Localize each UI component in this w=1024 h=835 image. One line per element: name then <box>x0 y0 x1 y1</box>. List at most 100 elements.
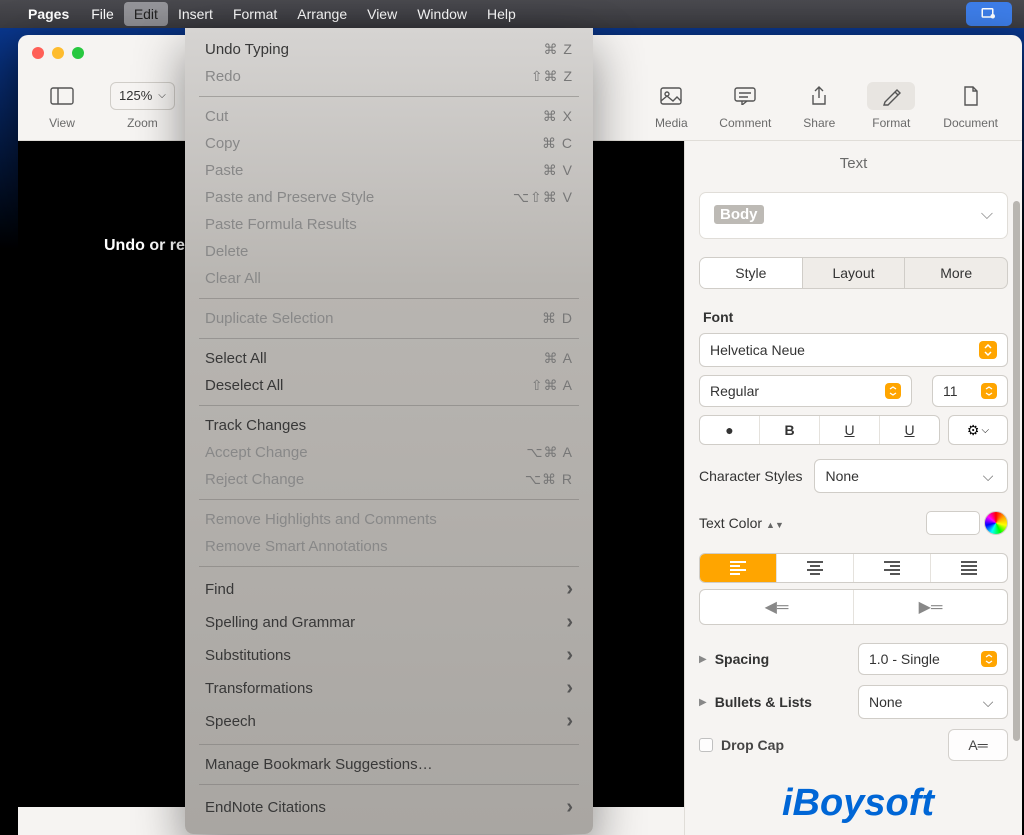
menubar: Pages File Edit Insert Format Arrange Vi… <box>0 0 1024 28</box>
chevron-right-icon: › <box>566 611 573 634</box>
menu-arrange[interactable]: Arrange <box>287 2 357 26</box>
inspector-tabs: Style Layout More <box>699 257 1008 289</box>
chevron-down-icon: ⌵ <box>979 467 997 485</box>
inspector-title: Text <box>685 141 1022 184</box>
chevron-right-icon: › <box>566 796 573 819</box>
dropcap-section[interactable]: Drop Cap A═ <box>699 729 1008 761</box>
chevron-right-icon: › <box>566 677 573 700</box>
edit-menu-item[interactable]: Undo Typing⌘ Z <box>185 36 593 63</box>
checkbox[interactable] <box>699 738 713 752</box>
edit-menu-item: Remove Highlights and Comments <box>185 506 593 533</box>
menu-insert[interactable]: Insert <box>168 2 223 26</box>
spacing-section[interactable]: ▶ Spacing 1.0 - Single <box>699 643 1008 675</box>
edit-menu-item[interactable]: Substitutions› <box>185 639 593 672</box>
toolbar-media[interactable]: Media <box>639 82 703 130</box>
align-justify-button[interactable] <box>931 554 1007 582</box>
disclosure-triangle-icon: ▶ <box>699 654 707 665</box>
font-weight-select[interactable]: Regular <box>699 375 912 407</box>
comment-icon <box>725 82 765 110</box>
edit-menu-item[interactable]: EndNote Citations› <box>185 791 593 824</box>
align-center-button[interactable] <box>777 554 854 582</box>
char-styles-label: Character Styles <box>699 468 802 484</box>
toolbar-format[interactable]: Format <box>855 82 927 130</box>
menu-view[interactable]: View <box>357 2 407 26</box>
format-icon <box>867 82 915 110</box>
toolbar-document[interactable]: Document <box>931 82 1010 130</box>
text-color-label: Text Color▲▼ <box>699 515 784 531</box>
edit-menu-item[interactable]: Find› <box>185 573 593 606</box>
menu-file[interactable]: File <box>81 2 124 26</box>
bullets-section[interactable]: ▶ Bullets & Lists None ⌵ <box>699 685 1008 719</box>
text-color-dot[interactable]: ● <box>700 416 760 444</box>
edit-menu-item[interactable]: Deselect All⇧⌘ A <box>185 372 593 399</box>
edit-menu-item: Cut⌘ X <box>185 103 593 130</box>
align-right-button[interactable] <box>854 554 931 582</box>
edit-menu-item: Delete <box>185 238 593 265</box>
edit-menu-item[interactable]: Speech› <box>185 705 593 738</box>
edit-menu-item[interactable]: Select All⌘ A <box>185 345 593 372</box>
menu-help[interactable]: Help <box>477 2 526 26</box>
chevron-right-icon: › <box>566 644 573 667</box>
edit-menu-item: Clear All <box>185 265 593 292</box>
font-size-field[interactable]: 11 <box>932 375 1008 407</box>
edit-menu-item: Paste and Preserve Style⌥⇧⌘ V <box>185 184 593 211</box>
indent-decrease-button[interactable]: ◀═ <box>700 590 854 624</box>
edit-menu-item: Redo⇧⌘ Z <box>185 63 593 90</box>
app-name[interactable]: Pages <box>28 6 69 22</box>
indent-increase-button[interactable]: ▶═ <box>854 590 1007 624</box>
underline2-button[interactable]: U <box>880 416 939 444</box>
disclosure-triangle-icon: ▶ <box>699 697 707 708</box>
menu-window[interactable]: Window <box>407 2 477 26</box>
toolbar-view[interactable]: View <box>30 82 94 130</box>
paragraph-style-select[interactable]: Body ⌵ <box>699 192 1008 239</box>
edit-menu-item: Duplicate Selection⌘ D <box>185 305 593 332</box>
menu-format[interactable]: Format <box>223 2 287 26</box>
stepper-icon <box>885 383 901 399</box>
edit-menu-item[interactable]: Manage Bookmark Suggestions… <box>185 751 593 778</box>
edit-menu-item: Reject Change⌥⌘ R <box>185 466 593 493</box>
document-icon <box>951 82 991 110</box>
underline-button[interactable]: U <box>820 416 880 444</box>
stepper-icon <box>979 341 997 359</box>
screen-share-icon[interactable] <box>966 2 1012 26</box>
stepper-icon <box>981 383 997 399</box>
bold-button[interactable]: B <box>760 416 820 444</box>
edit-menu-item: Remove Smart Annotations <box>185 533 593 560</box>
chevron-down-icon: ⌵ <box>979 693 997 711</box>
scrollbar[interactable] <box>1013 201 1020 741</box>
tab-more[interactable]: More <box>905 258 1007 288</box>
toolbar-comment[interactable]: Comment <box>707 82 783 130</box>
stepper-icon: ▲▼ <box>766 522 784 529</box>
edit-menu-item[interactable]: Transformations› <box>185 672 593 705</box>
char-styles-select[interactable]: None ⌵ <box>814 459 1008 493</box>
toolbar-share[interactable]: Share <box>787 82 851 130</box>
advanced-options-button[interactable]: ⚙︎⌵ <box>948 415 1008 445</box>
spacing-select[interactable]: 1.0 - Single <box>858 643 1008 675</box>
color-swatch[interactable] <box>926 511 980 535</box>
menu-edit[interactable]: Edit <box>124 2 168 26</box>
align-left-button[interactable] <box>700 554 777 582</box>
bullets-select[interactable]: None ⌵ <box>858 685 1008 719</box>
dropcap-style[interactable]: A═ <box>948 729 1008 761</box>
font-family-select[interactable]: Helvetica Neue <box>699 333 1008 367</box>
gear-icon: ⚙︎ <box>967 422 980 439</box>
edit-menu-item[interactable]: Spelling and Grammar› <box>185 606 593 639</box>
chevron-right-icon: › <box>566 710 573 733</box>
tab-style[interactable]: Style <box>700 258 803 288</box>
traffic-lights <box>32 47 84 59</box>
fullscreen-button[interactable] <box>72 47 84 59</box>
toolbar-zoom[interactable]: 125%⌵ Zoom <box>98 82 187 130</box>
stepper-icon <box>981 651 997 667</box>
view-icon <box>42 82 82 110</box>
svg-text:iBoysoft: iBoysoft <box>782 782 935 824</box>
edit-menu-item[interactable]: Track Changes <box>185 412 593 439</box>
tab-layout[interactable]: Layout <box>803 258 906 288</box>
media-icon <box>651 82 691 110</box>
indent-buttons: ◀═ ▶═ <box>699 589 1008 625</box>
color-wheel-icon[interactable] <box>984 511 1008 535</box>
chevron-right-icon: › <box>566 578 573 601</box>
minimize-button[interactable] <box>52 47 64 59</box>
edit-menu-item: Paste Formula Results <box>185 211 593 238</box>
close-button[interactable] <box>32 47 44 59</box>
zoom-value[interactable]: 125%⌵ <box>110 82 175 110</box>
